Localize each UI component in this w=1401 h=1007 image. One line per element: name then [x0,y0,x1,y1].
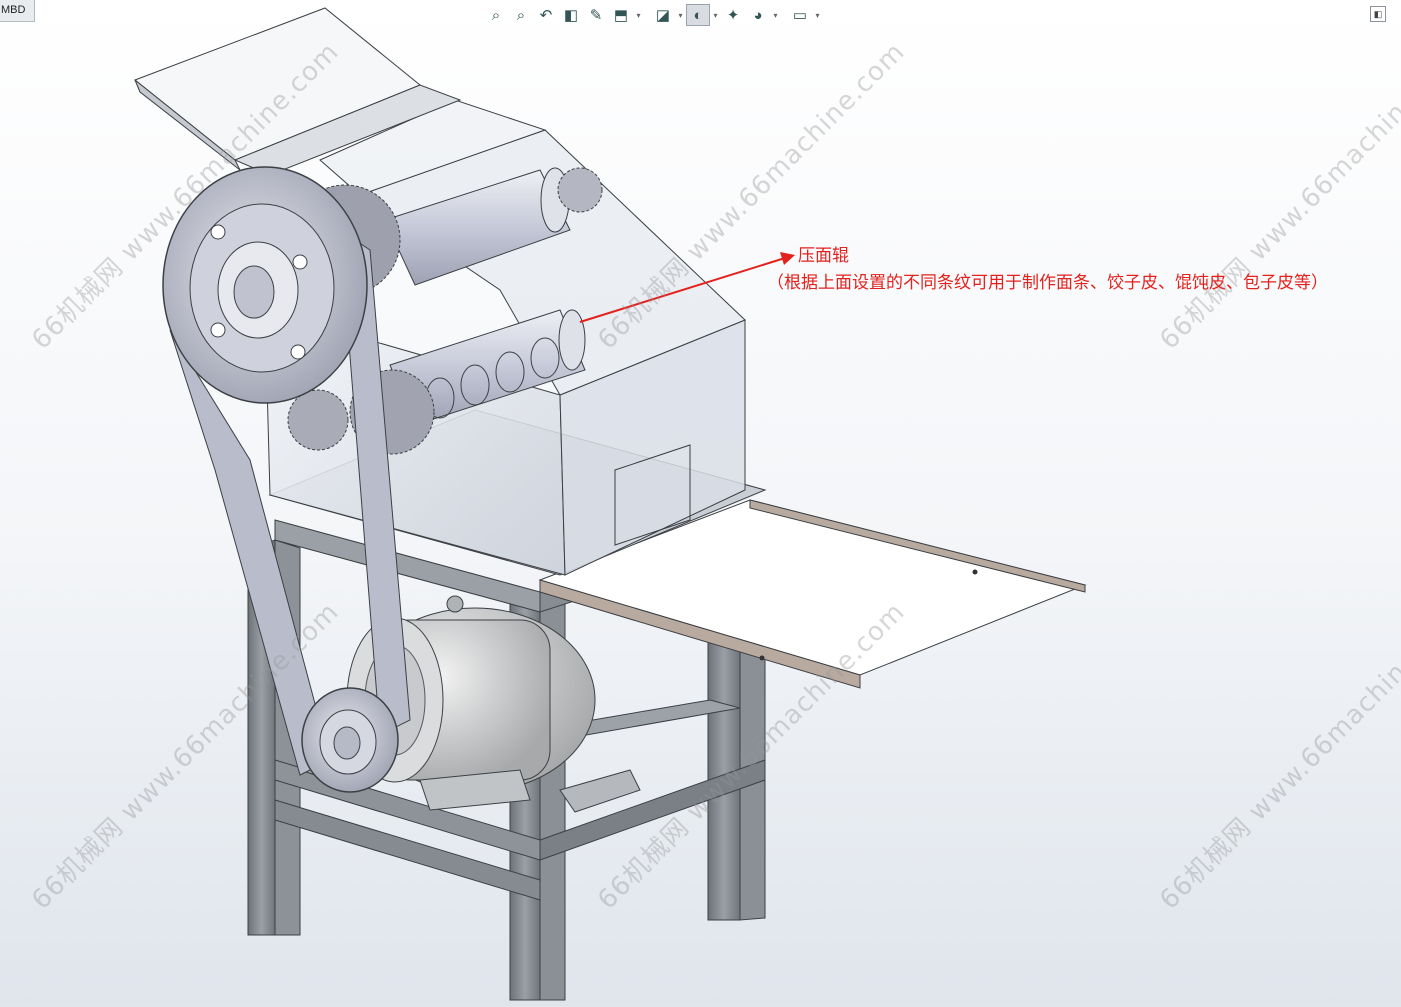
zoom-to-area-icon[interactable]: ⌕ [509,4,533,26]
view-settings-icon[interactable]: ▭ [788,4,812,26]
machine-model[interactable] [0,0,1401,1007]
apply-scene-icon[interactable]: ◕ [746,4,770,26]
edit-appearance-icon[interactable]: ✦ [721,4,745,26]
chevron-down-icon[interactable]: ▾ [676,11,685,20]
dynamic-annotation-icon[interactable]: ✎ [584,4,608,26]
graphics-area[interactable]: 66机械网 www.66machine.com 66机械网 www.66mach… [0,0,1401,1007]
section-view-icon[interactable]: ◧ [559,4,583,26]
small-pulley [301,687,399,793]
large-pulley [162,166,368,404]
heads-up-view-toolbar: ⌕ ⌕ ↶ ◧ ✎ ⬒ ▾ ◪ ▾ ◐ ▾ ✦ ◕ ▾ ▭ ▾ [484,3,822,27]
previous-view-icon[interactable]: ↶ [534,4,558,26]
panel-toggle-icon[interactable]: ◧ [1370,6,1386,22]
hide-show-items-icon[interactable]: ◐ [686,4,710,26]
chevron-down-icon[interactable]: ▾ [771,11,780,20]
zoom-to-fit-icon[interactable]: ⌕ [484,4,508,26]
mbd-tab[interactable]: MBD [0,0,35,22]
chevron-down-icon[interactable]: ▾ [813,11,822,20]
chevron-down-icon[interactable]: ▾ [634,11,643,20]
display-style-icon[interactable]: ◪ [651,4,675,26]
callout-description: （根据上面设置的不同条纹可用于制作面条、饺子皮、馄饨皮、包子皮等） [767,273,1328,293]
chevron-down-icon[interactable]: ▾ [711,11,720,20]
callout-title: 压面辊 [798,246,849,266]
view-orientation-icon[interactable]: ⬒ [609,4,633,26]
